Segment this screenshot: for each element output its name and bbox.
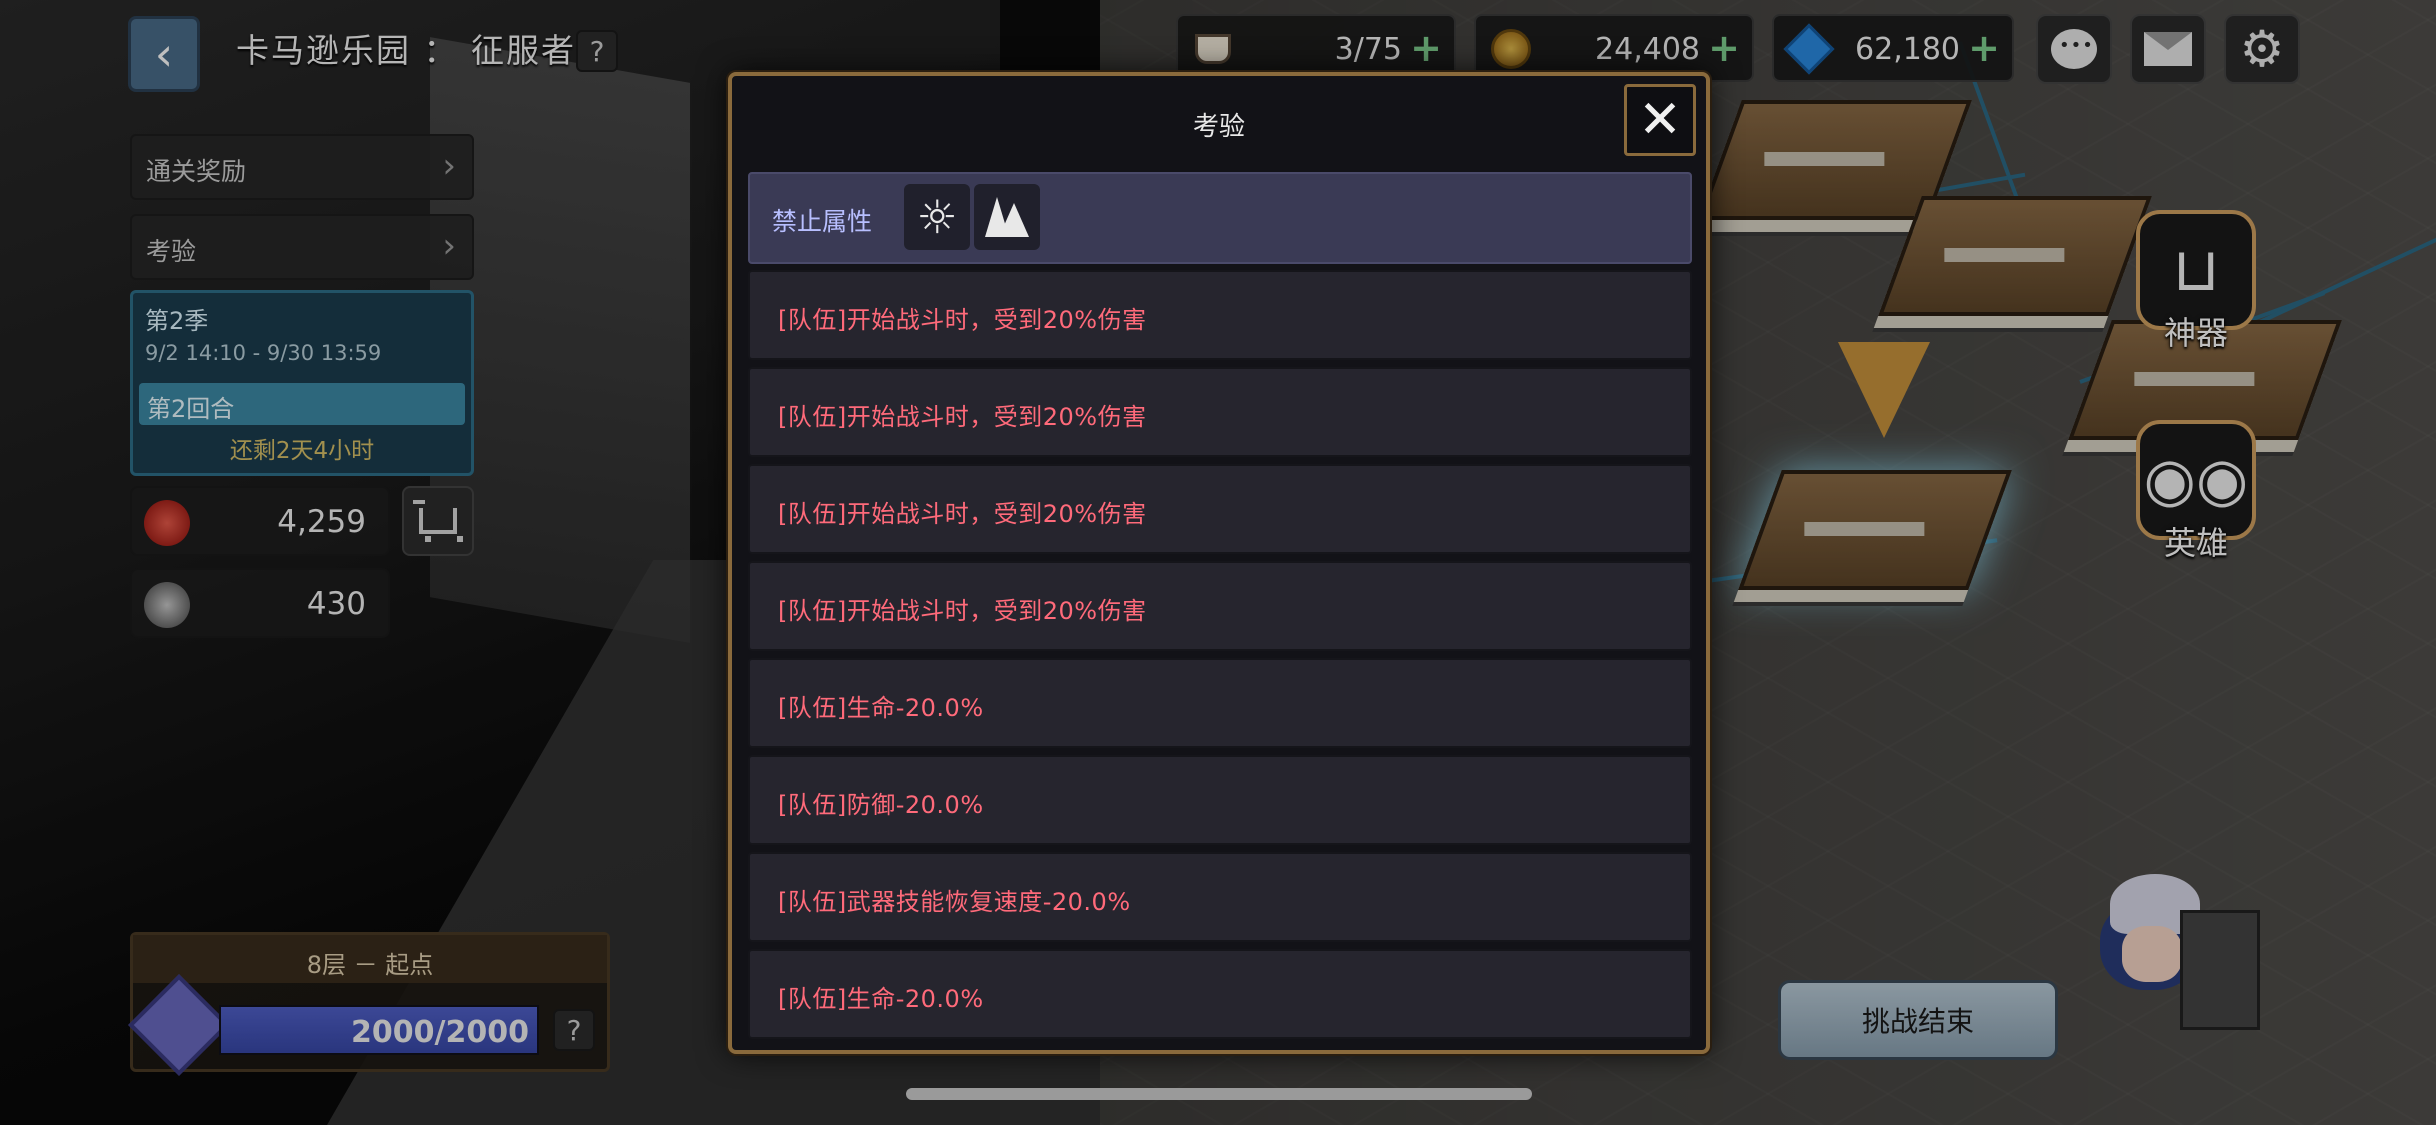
light-attribute-icon: ☼ [904, 184, 970, 250]
effect-text: [队伍]生命-20.0% [778, 694, 984, 722]
earth-attribute-icon [974, 184, 1040, 250]
effect-text: [队伍]开始战斗时，受到20%伤害 [778, 597, 1147, 625]
effect-text: [队伍]生命-20.0% [778, 985, 984, 1013]
list-item: [队伍]开始战斗时，受到20%伤害 [748, 561, 1692, 651]
list-item: [队伍]武器技能恢复速度-20.0% [748, 852, 1692, 942]
list-item: [队伍]生命-20.0% [748, 658, 1692, 748]
banned-attributes-label: 禁止属性 [772, 207, 873, 236]
close-button[interactable]: ✕ [1624, 84, 1696, 156]
effect-text: [队伍]开始战斗时，受到20%伤害 [778, 403, 1147, 431]
modal-title: 考验 [1192, 112, 1245, 142]
effect-text: [队伍]开始战斗时，受到20%伤害 [778, 500, 1147, 528]
effect-text: [队伍]武器技能恢复速度-20.0% [778, 888, 1131, 916]
trial-modal: 考验 ✕ 禁止属性 ☼ [队伍]开始战斗时，受到20%伤害 [队伍]开始战斗时，… [728, 72, 1710, 1054]
effect-text: [队伍]开始战斗时，受到20%伤害 [778, 306, 1147, 334]
close-icon: ✕ [1638, 90, 1682, 150]
list-item: [队伍]开始战斗时，受到20%伤害 [748, 464, 1692, 554]
banned-attributes-row: 禁止属性 ☼ [748, 172, 1692, 264]
list-item: [队伍]生命-20.0% [748, 949, 1692, 1039]
list-item: [队伍]防御-20.0% [748, 755, 1692, 845]
trial-effects-list: [队伍]开始战斗时，受到20%伤害 [队伍]开始战斗时，受到20%伤害 [队伍]… [748, 270, 1692, 1046]
home-indicator[interactable] [906, 1088, 1532, 1100]
effect-text: [队伍]防御-20.0% [778, 791, 984, 819]
list-item: [队伍]开始战斗时，受到20%伤害 [748, 270, 1692, 360]
list-item: [队伍]开始战斗时，受到20%伤害 [748, 367, 1692, 457]
